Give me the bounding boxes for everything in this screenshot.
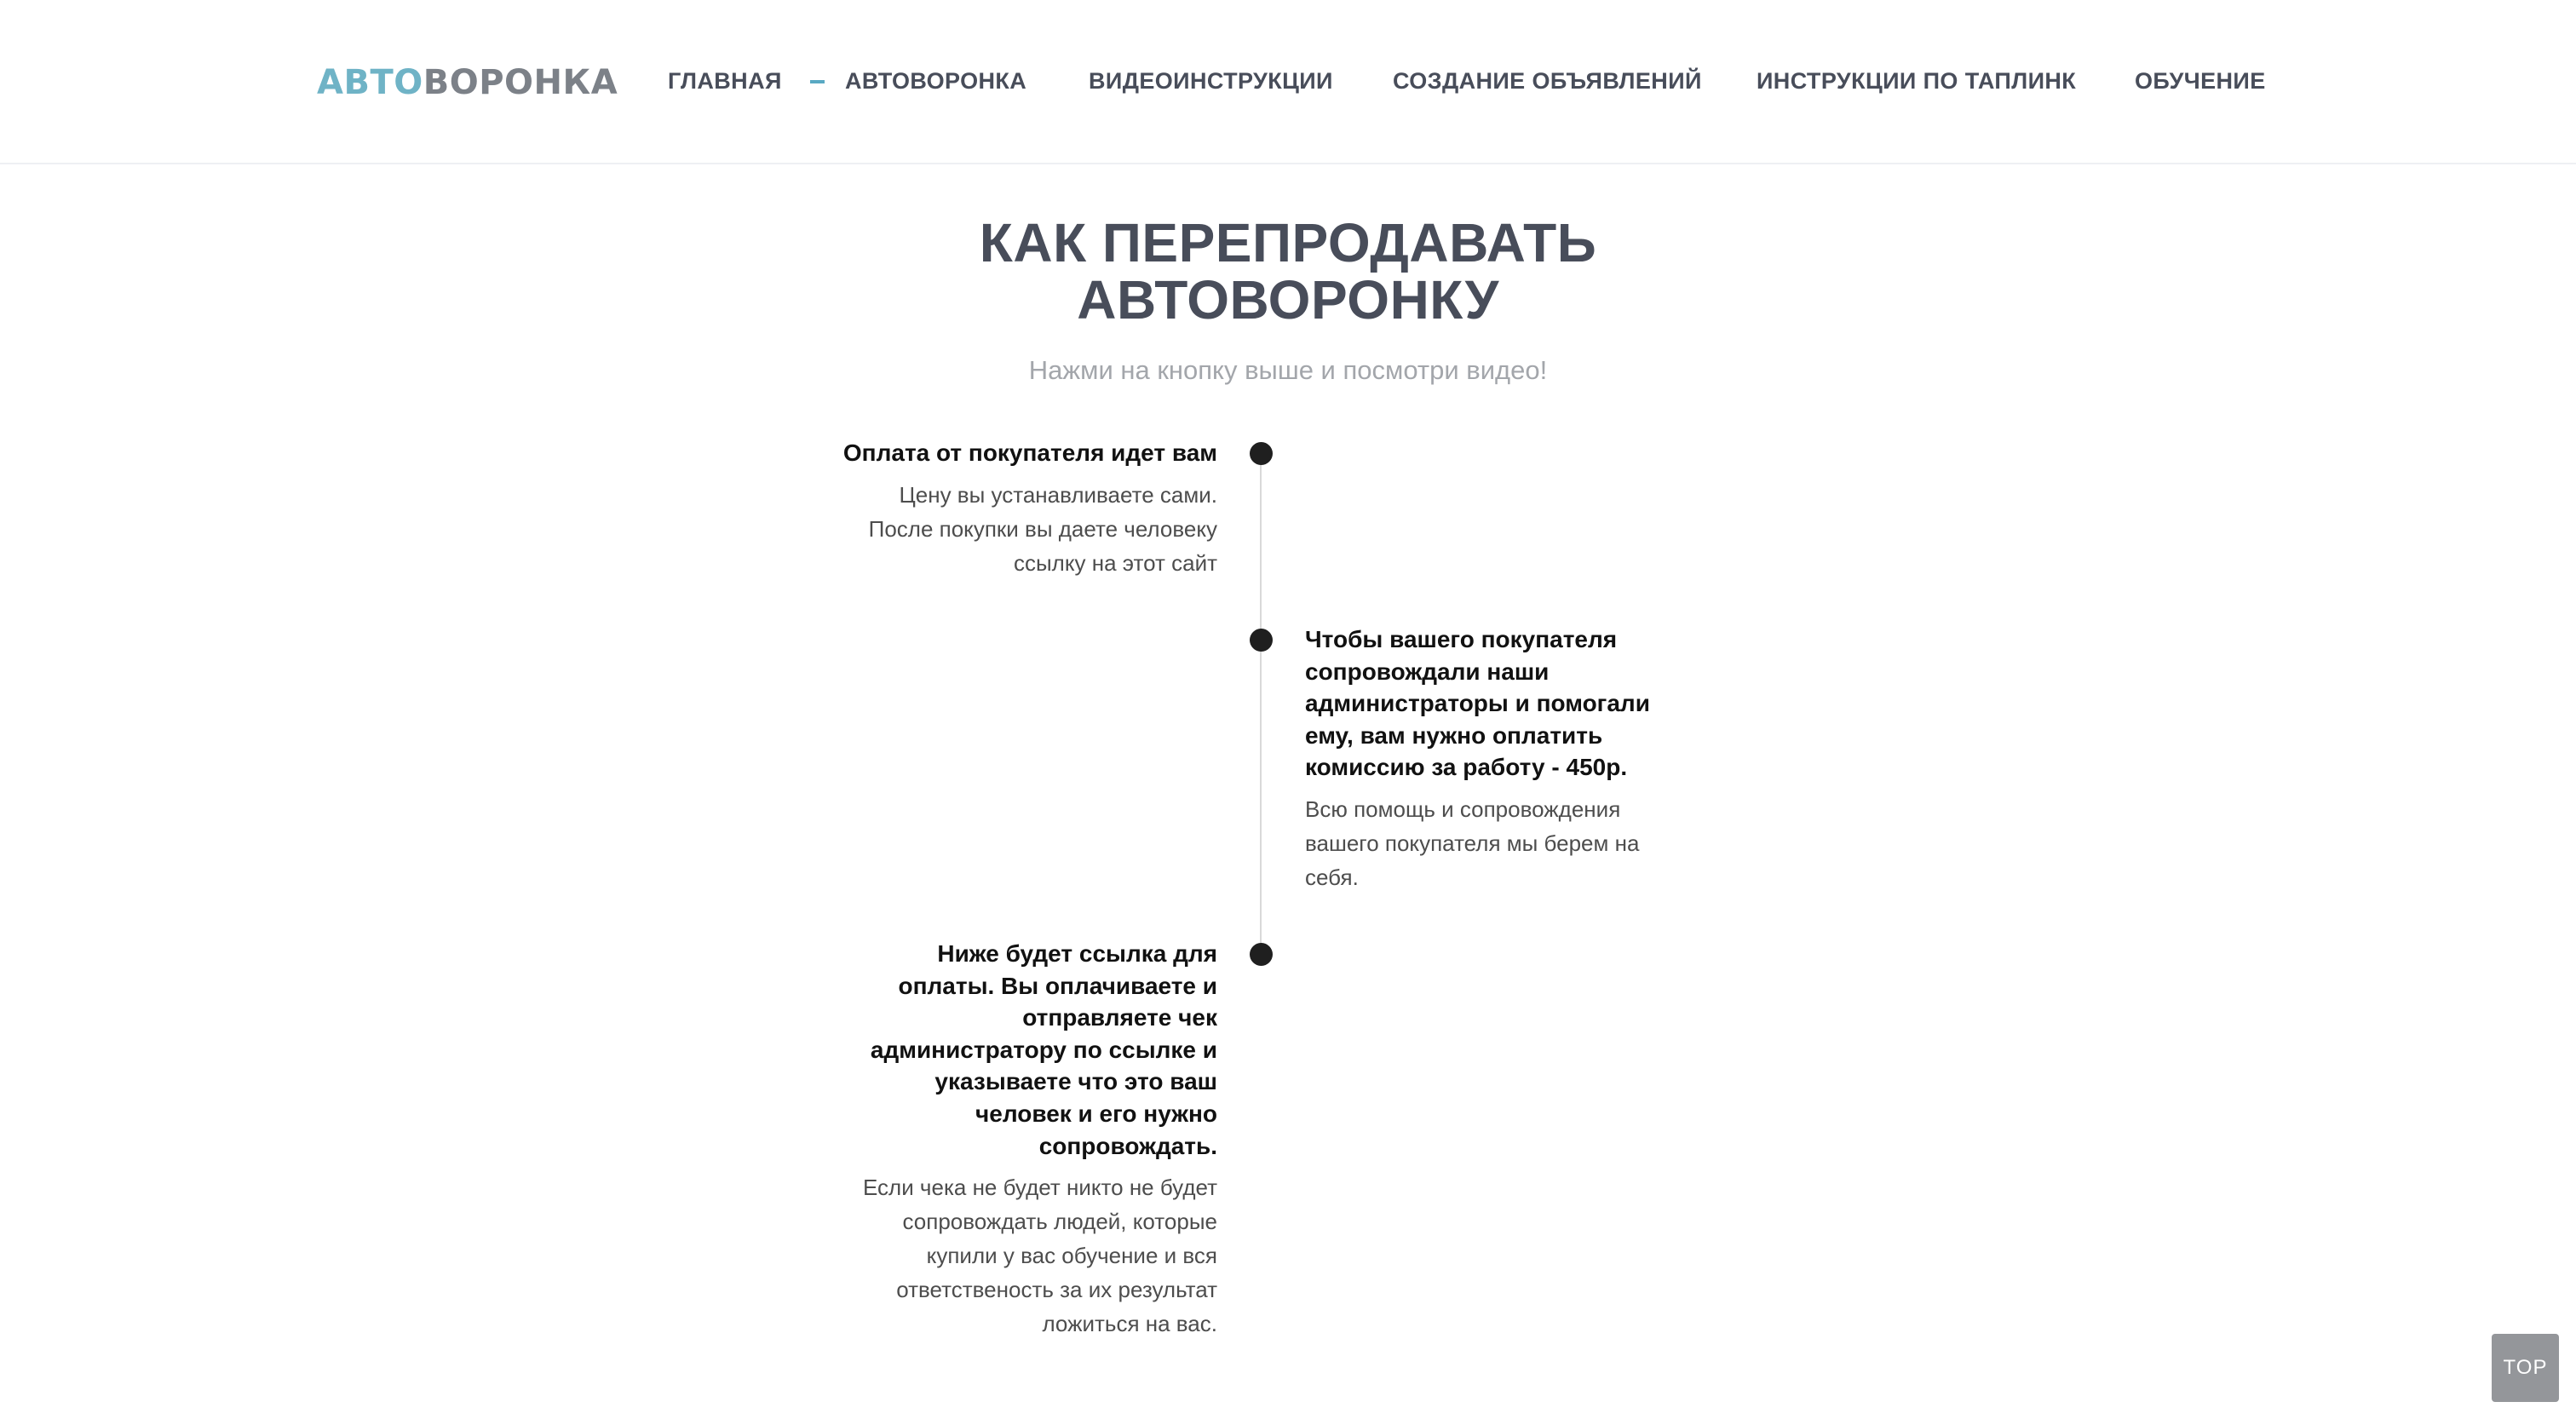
timeline-item-title: Оплата от покупателя идет вам xyxy=(842,439,1217,466)
site-logo[interactable]: АВТОВОРОНКА xyxy=(317,63,618,102)
logo-part-auto: АВТО xyxy=(317,63,423,102)
nav-item-video-instructions[interactable]: ВИДЕОИНСТРУКЦИИ xyxy=(1089,68,1333,95)
nav-active-indicator xyxy=(810,80,825,83)
timeline-item-title: Чтобы вашего покупателя сопровождали наш… xyxy=(1305,626,1650,781)
nav-item-ad-creation[interactable]: СОЗДАНИЕ ОБЪЯВЛЕНИЙ xyxy=(1393,68,1702,95)
nav-item-home[interactable]: ГЛАВНАЯ xyxy=(668,68,782,95)
nav-item-autofunnel[interactable]: АВТОВОРОНКА xyxy=(845,68,1026,95)
timeline-item-3: Ниже будет ссылка для оплаты. Вы оплачив… xyxy=(842,938,1217,1341)
timeline-dot xyxy=(1250,629,1273,652)
timeline-item-2: Чтобы вашего покупателя сопровождали наш… xyxy=(1305,623,1671,894)
page-title-line-1: КАК ПЕРЕПРОДАВАТЬ xyxy=(979,212,1597,273)
page-title-line-2: АВТОВОРОНКУ xyxy=(1077,269,1499,330)
logo-part-funnel: ВОРОНКА xyxy=(423,63,618,102)
page-title: КАК ПЕРЕПРОДАВАТЬ АВТОВОРОНКУ xyxy=(0,215,2576,329)
timeline-item-title: Ниже будет ссылка для оплаты. Вы оплачив… xyxy=(870,940,1217,1159)
nav-item-taplink-instructions[interactable]: ИНСТРУКЦИИ ПО ТАПЛИНК xyxy=(1757,68,2076,95)
timeline-dot xyxy=(1250,442,1273,465)
timeline-item-text: Всю помощь и сопровождения вашего покупа… xyxy=(1305,796,1640,890)
scroll-to-top-button[interactable]: TOP xyxy=(2492,1334,2559,1402)
timeline-line xyxy=(1260,451,1262,956)
site-header: АВТОВОРОНКА ГЛАВНАЯ АВТОВОРОНКА ВИДЕОИНС… xyxy=(0,0,2576,164)
timeline-dot xyxy=(1250,943,1273,966)
timeline-item-text: Если чека не будет никто не будет сопров… xyxy=(862,1175,1217,1337)
page-subtitle: Нажми на кнопку выше и посмотри видео! xyxy=(1028,355,1548,385)
nav-item-training[interactable]: ОБУЧЕНИЕ xyxy=(2135,68,2266,95)
timeline-item-1: Оплата от покупателя идет вам Цену вы ус… xyxy=(842,437,1217,580)
timeline-item-text: Цену вы устанавливаете сами. После покуп… xyxy=(868,481,1217,576)
